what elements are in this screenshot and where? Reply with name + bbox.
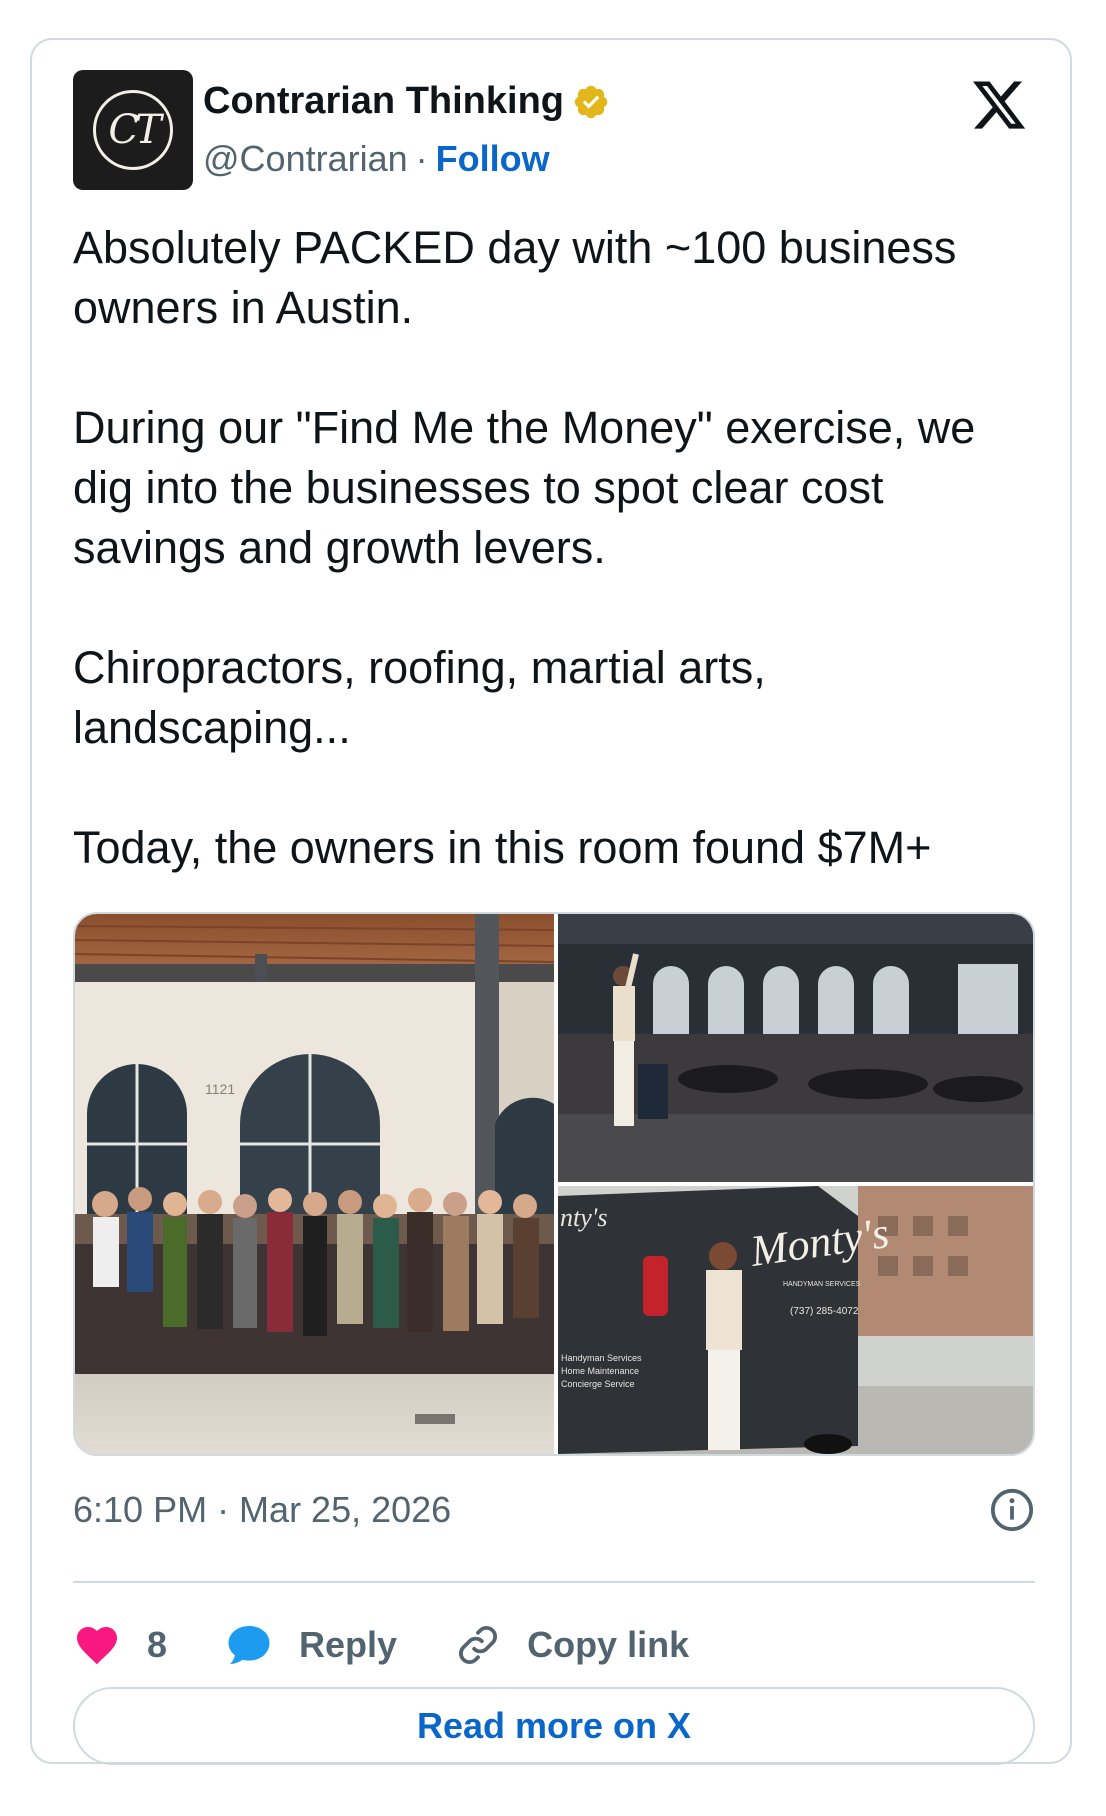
building-number: 1121 (205, 1081, 235, 1097)
tweet-paragraph: Today, the owners in this room found $7M… (73, 822, 932, 873)
van-service-2: Home Maintenance (561, 1366, 639, 1376)
like-count: 8 (147, 1624, 168, 1665)
van-left-fragment: nty's (560, 1203, 607, 1232)
woman-by-van (706, 1242, 742, 1450)
tweet-paragraph: During our "Find Me the Money" exercise,… (73, 402, 976, 573)
crowd (75, 1187, 554, 1374)
tweet-card: CT Contrarian Thinking @Contrarian · Fol… (30, 38, 1072, 1765)
copy-link-label: Copy link (527, 1624, 690, 1665)
reply-button[interactable]: Reply (225, 1621, 397, 1669)
read-more-button[interactable]: Read more on X (73, 1687, 1035, 1765)
speech-bubble-icon (228, 1626, 270, 1664)
follow-button[interactable]: Follow (436, 138, 550, 180)
photo-monty-van[interactable]: nty's Monty's HANDYMAN SERVICES (737) 28… (558, 1186, 1035, 1454)
reply-label: Reply (299, 1624, 398, 1665)
van-service-1: Handyman Services (561, 1353, 642, 1363)
copy-link-button[interactable]: Copy link (455, 1622, 689, 1668)
x-logo-icon[interactable] (970, 76, 1028, 134)
tweet-paragraph: Absolutely PACKED day with ~100 business… (73, 222, 957, 333)
action-bar: 8 Reply Copy link (73, 1610, 747, 1680)
tweet-timestamp[interactable]: 6:10 PM · Mar 25, 2026 (73, 1489, 451, 1531)
van-service-3: Concierge Service (561, 1379, 635, 1389)
tweet-text: Absolutely PACKED day with ~100 business… (73, 218, 1043, 878)
van-phone: (737) 285-4072 (790, 1306, 859, 1317)
author-handle[interactable]: @Contrarian (203, 138, 408, 180)
photo-group-outdoor[interactable]: 1121 (75, 914, 554, 1454)
author-display-name[interactable]: Contrarian Thinking (203, 80, 564, 123)
author-name-row: Contrarian Thinking (203, 80, 610, 123)
heart-icon (77, 1627, 117, 1665)
avatar-initials: CT (108, 107, 161, 153)
tweet-paragraph: Chiropractors, roofing, martial arts, la… (73, 642, 766, 753)
like-button[interactable]: 8 (73, 1621, 167, 1669)
link-icon (459, 1625, 498, 1665)
photo-conference-room[interactable] (558, 914, 1035, 1182)
timestamp-row: 6:10 PM · Mar 25, 2026 (73, 1487, 1035, 1533)
separator-dot: · (415, 138, 428, 179)
avatar[interactable]: CT (73, 70, 193, 190)
divider (73, 1581, 1035, 1583)
author-handle-row: @Contrarian · Follow (203, 138, 550, 180)
verified-badge-icon (574, 85, 608, 118)
info-icon[interactable] (989, 1487, 1035, 1533)
van-subtitle: HANDYMAN SERVICES (783, 1281, 861, 1288)
media-grid: 1121 nty's Monty's HANDYMAN SERVICES (73… (73, 912, 1035, 1456)
avatar-monogram: CT (93, 90, 173, 170)
presenter (613, 953, 639, 1126)
